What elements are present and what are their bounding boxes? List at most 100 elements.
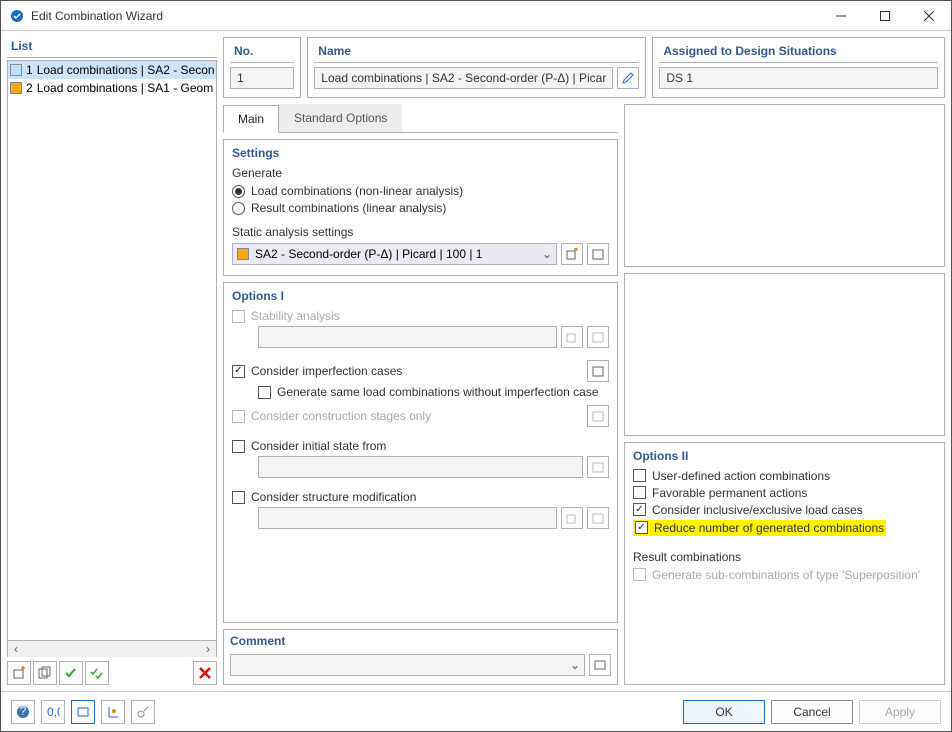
check-initial-state[interactable]: Consider initial state from <box>232 439 609 453</box>
check-label: Generate sub-combinations of type 'Super… <box>652 568 920 582</box>
check-gen-same-load[interactable]: Generate same load combinations without … <box>258 385 609 399</box>
check-label: Favorable permanent actions <box>652 486 807 500</box>
new-stability-button <box>561 326 583 348</box>
app-icon <box>9 8 25 24</box>
checkbox-icon <box>633 469 646 482</box>
model-button[interactable] <box>101 700 125 724</box>
help-button[interactable]: ? <box>11 700 35 724</box>
checkbox-icon <box>633 486 646 499</box>
new-static-button[interactable] <box>561 243 583 265</box>
view-button[interactable] <box>71 700 95 724</box>
radio-linear[interactable]: Result combinations (linear analysis) <box>232 201 609 215</box>
comment-combo[interactable]: ⌄ <box>230 654 585 676</box>
check-reduce-number[interactable]: Reduce number of generated combinations <box>633 520 936 536</box>
check-generate-sub: Generate sub-combinations of type 'Super… <box>633 568 936 582</box>
settings-header: Settings <box>232 146 609 160</box>
settings-button[interactable] <box>131 700 155 724</box>
delete-button[interactable] <box>193 661 217 685</box>
tab-standard-options[interactable]: Standard Options <box>279 104 402 132</box>
check-construction: Consider construction stages only <box>232 405 609 427</box>
check-label: User-defined action combinations <box>652 469 830 483</box>
dialog-window: Edit Combination Wizard List 1 Load comb… <box>0 0 952 732</box>
result-comb-header: Result combinations <box>633 550 936 564</box>
no-box: No. 1 <box>223 37 301 98</box>
edit-imperfection-button[interactable] <box>587 360 609 382</box>
list[interactable]: 1 Load combinations | SA2 - Secon 2 Load… <box>7 60 217 641</box>
check-label: Reduce number of generated combinations <box>654 521 884 535</box>
check-button[interactable] <box>59 661 83 685</box>
window-buttons <box>819 1 951 31</box>
generate-label: Generate <box>232 166 609 180</box>
radio-icon <box>232 185 245 198</box>
minimize-button[interactable] <box>819 1 863 31</box>
check-favorable[interactable]: Favorable permanent actions <box>633 486 936 500</box>
name-input[interactable]: Load combinations | SA2 - Second-order (… <box>314 67 613 89</box>
assigned-input[interactable]: DS 1 <box>659 67 938 89</box>
check-inclusive[interactable]: Consider inclusive/exclusive load cases <box>633 503 936 517</box>
assigned-header: Assigned to Design Situations <box>659 42 938 63</box>
tabs-container: Main Standard Options <box>223 104 618 133</box>
tab-main[interactable]: Main <box>223 105 279 133</box>
list-item-num: 2 <box>26 81 33 95</box>
close-button[interactable] <box>907 1 951 31</box>
top-right-placeholder <box>624 104 945 267</box>
static-label: Static analysis settings <box>232 225 609 239</box>
edit-stability-button <box>587 326 609 348</box>
options1-section: Options I Stability analysis <box>223 282 618 623</box>
svg-text:?: ? <box>20 705 27 718</box>
copy-item-button[interactable] <box>33 661 57 685</box>
checkbox-icon <box>635 521 648 534</box>
ok-button[interactable]: OK <box>683 700 765 724</box>
svg-text:0,00: 0,00 <box>47 705 60 719</box>
edit-name-button[interactable] <box>617 67 639 89</box>
color-swatch-icon <box>237 248 249 260</box>
preview-placeholder <box>624 273 945 436</box>
units-button[interactable]: 0,00 <box>41 700 65 724</box>
list-item[interactable]: 1 Load combinations | SA2 - Secon <box>8 61 216 79</box>
check-imperfection[interactable]: Consider imperfection cases <box>232 360 609 382</box>
comment-section: Comment ⌄ <box>223 629 618 685</box>
edit-static-button[interactable] <box>587 243 609 265</box>
comment-button[interactable] <box>589 654 611 676</box>
titlebar: Edit Combination Wizard <box>1 1 951 31</box>
check-all-button[interactable] <box>85 661 109 685</box>
options2-header: Options II <box>633 449 936 463</box>
footer: ? 0,00 OK Cancel Apply <box>1 691 951 731</box>
list-panel: List 1 Load combinations | SA2 - Secon 2… <box>7 37 217 685</box>
settings-section: Settings Generate Load combinations (non… <box>223 139 618 276</box>
comment-header: Comment <box>230 634 611 648</box>
edit-construction-button <box>587 405 609 427</box>
horizontal-scrollbar[interactable]: ‹ › <box>7 641 217 657</box>
check-label: Consider inclusive/exclusive load cases <box>652 503 863 517</box>
list-item[interactable]: 2 Load combinations | SA1 - Geom <box>8 79 216 97</box>
checkbox-icon <box>633 503 646 516</box>
static-analysis-combo[interactable]: SA2 - Second-order (P-Δ) | Picard | 100 … <box>232 243 557 265</box>
checkbox-icon <box>232 365 245 378</box>
radio-nonlinear[interactable]: Load combinations (non-linear analysis) <box>232 184 609 198</box>
cancel-button[interactable]: Cancel <box>771 700 853 724</box>
radio-icon <box>232 202 245 215</box>
checkbox-icon <box>232 440 245 453</box>
check-label: Consider construction stages only <box>251 409 431 423</box>
scroll-right-icon[interactable]: › <box>200 641 216 657</box>
no-input[interactable]: 1 <box>230 67 294 89</box>
check-label: Consider imperfection cases <box>251 364 402 378</box>
name-header: Name <box>314 42 639 63</box>
check-label: Stability analysis <box>251 309 340 323</box>
stability-combo <box>258 326 557 348</box>
chevron-down-icon: ⌄ <box>542 247 552 261</box>
checkbox-icon <box>232 410 245 423</box>
new-item-button[interactable] <box>7 661 31 685</box>
check-user-defined[interactable]: User-defined action combinations <box>633 469 936 483</box>
list-item-label: Load combinations | SA2 - Secon <box>37 63 215 77</box>
list-item-num: 1 <box>26 63 33 77</box>
options1-header: Options I <box>232 289 609 303</box>
checkbox-icon <box>258 386 271 399</box>
checkbox-icon <box>232 491 245 504</box>
scroll-left-icon[interactable]: ‹ <box>8 641 24 657</box>
maximize-button[interactable] <box>863 1 907 31</box>
check-structure-mod[interactable]: Consider structure modification <box>232 490 609 504</box>
color-swatch-icon <box>10 82 22 94</box>
scroll-track[interactable] <box>24 641 200 657</box>
checkbox-icon <box>633 568 646 581</box>
